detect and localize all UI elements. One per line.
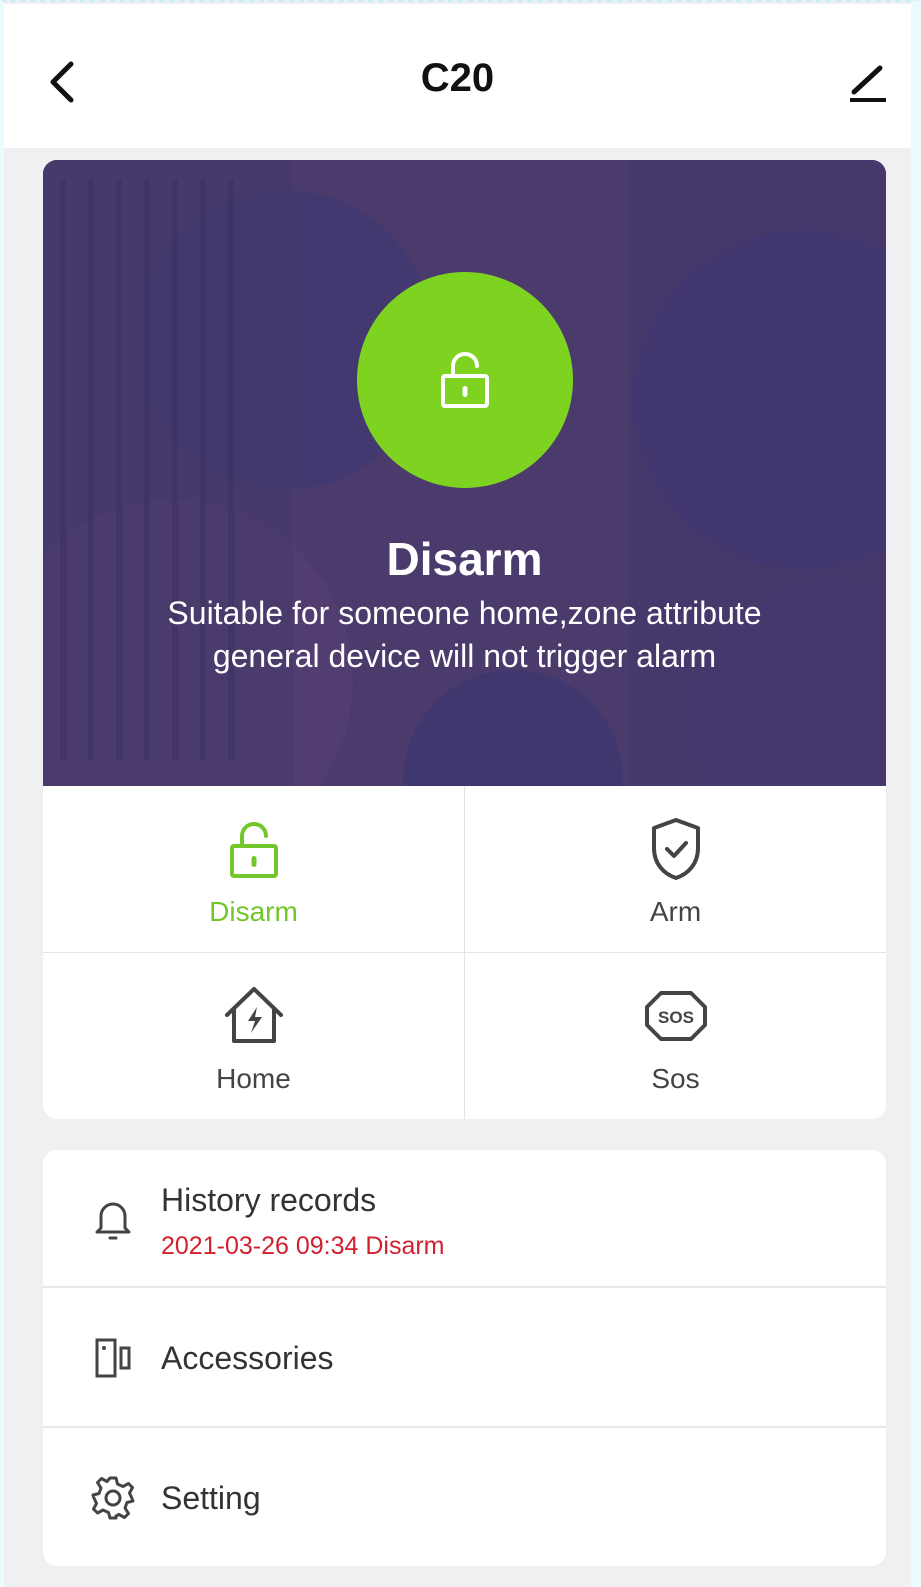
- mode-arm-button[interactable]: Arm: [465, 786, 886, 952]
- edit-button[interactable]: [840, 54, 896, 110]
- setting-item[interactable]: Setting: [43, 1428, 886, 1566]
- status-panel: Disarm Suitable for someone home,zone at…: [43, 160, 886, 786]
- pencil-icon: [850, 65, 886, 102]
- mode-sos-button[interactable]: SOS Sos: [465, 953, 886, 1119]
- unlock-icon: [441, 352, 489, 408]
- top-bar: C20: [4, 4, 911, 148]
- status-description-line2: general device will not trigger alarm: [212, 638, 717, 674]
- unlock-icon: [229, 822, 278, 878]
- accessories-item[interactable]: Accessories: [43, 1288, 886, 1426]
- gear-icon: [91, 1476, 135, 1520]
- status-indicator: [357, 272, 573, 488]
- mode-home-button[interactable]: Home: [43, 953, 464, 1119]
- accessories-title: Accessories: [161, 1340, 334, 1376]
- svg-text:SOS: SOS: [658, 1008, 694, 1027]
- history-records-item[interactable]: History records 2021-03-26 09:34 Disarm: [43, 1150, 886, 1286]
- page-title: C20: [420, 56, 495, 100]
- menu-list: History records 2021-03-26 09:34 Disarm …: [43, 1150, 886, 1566]
- mode-label: Home: [216, 1063, 291, 1094]
- status-title: Disarm: [386, 533, 543, 585]
- mode-label: Sos: [651, 1063, 700, 1094]
- bell-icon: [95, 1202, 131, 1240]
- mode-disarm-button[interactable]: Disarm: [43, 786, 464, 952]
- history-records-title: History records: [161, 1182, 377, 1218]
- sos-icon: SOS: [644, 991, 707, 1041]
- mode-label: Arm: [649, 896, 702, 927]
- status-description: Suitable for someone home,zone attribute…: [103, 592, 826, 678]
- door-sensor-icon: [95, 1338, 131, 1378]
- mode-label: Disarm: [209, 896, 298, 927]
- status-description-line1: Suitable for someone home,zone attribute: [167, 595, 762, 631]
- history-latest-entry: 2021-03-26 09:34 Disarm: [161, 1232, 445, 1260]
- setting-title: Setting: [161, 1480, 261, 1516]
- mode-selector: Disarm Arm Home SOS Sos: [43, 786, 886, 1119]
- shield-check-icon: [651, 818, 700, 880]
- home-bolt-icon: [224, 987, 283, 1043]
